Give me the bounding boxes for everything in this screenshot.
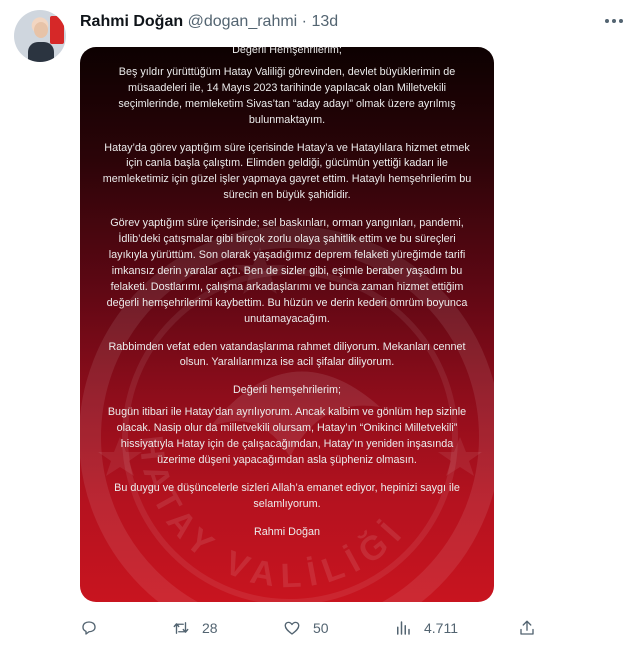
- letter-paragraph-6: Bu duygu ve düşüncelerle sizleri Allah’a…: [114, 481, 460, 510]
- share-icon: [520, 620, 534, 635]
- separator-dot: ·: [301, 13, 307, 30]
- views-button[interactable]: 4.711: [394, 617, 458, 639]
- action-bar: 28 50 4.711: [80, 617, 550, 639]
- tweet-header: Rahmi Doğan @dogan_rahmi · 13d: [80, 12, 338, 32]
- letter-paragraph-2: Hatay’da görev yaptığım süre içerisinde …: [102, 141, 472, 202]
- letter-greeting: Değerli Hemşehrilerim;: [232, 47, 342, 56]
- author-name[interactable]: Rahmi Doğan: [80, 13, 183, 30]
- views-icon: [397, 621, 410, 635]
- retweet-count: 28: [202, 620, 218, 636]
- like-count: 50: [313, 620, 329, 636]
- retweet-button[interactable]: 28: [172, 617, 218, 639]
- tweet-timestamp[interactable]: 13d: [311, 13, 338, 30]
- letter-paragraph-5: Bugün itibari ile Hatay’dan ayrılıyorum.…: [107, 406, 467, 466]
- letter-paragraph-1: Beş yıldır yürüttüğüm Hatay Valiliği gör…: [118, 65, 456, 126]
- avatar-head: [34, 22, 48, 38]
- avatar-suit: [28, 42, 54, 62]
- avatar[interactable]: [14, 10, 66, 62]
- heart-icon: [284, 621, 300, 635]
- reply-button[interactable]: [80, 617, 110, 639]
- like-button[interactable]: 50: [283, 617, 329, 639]
- more-icon[interactable]: [602, 10, 626, 32]
- views-count: 4.711: [424, 620, 458, 636]
- tweet[interactable]: Rahmi Doğan @dogan_rahmi · 13d HATAY VAL…: [0, 0, 640, 645]
- letter-signature: Rahmi Doğan: [253, 525, 320, 538]
- letter-text: Değerli Hemşehrilerim; Beş yıldır yürütt…: [102, 47, 472, 547]
- flag-decoration: [50, 16, 64, 44]
- reply-icon: [82, 621, 96, 635]
- letter-greeting-2: Değerli hemşehrilerim;: [232, 384, 341, 397]
- letter-paragraph-3: Görev yaptığım süre içerisinde; sel bask…: [106, 217, 468, 325]
- letter-paragraph-4: Rabbimden vefat eden vatandaşlarıma rahm…: [108, 340, 466, 369]
- author-handle[interactable]: @dogan_rahmi: [188, 13, 298, 30]
- share-button[interactable]: [518, 617, 536, 639]
- media-image[interactable]: HATAY VALİLİĞİ Değerli Hemşehrilerim; Be…: [80, 47, 494, 602]
- retweet-icon: [173, 622, 189, 634]
